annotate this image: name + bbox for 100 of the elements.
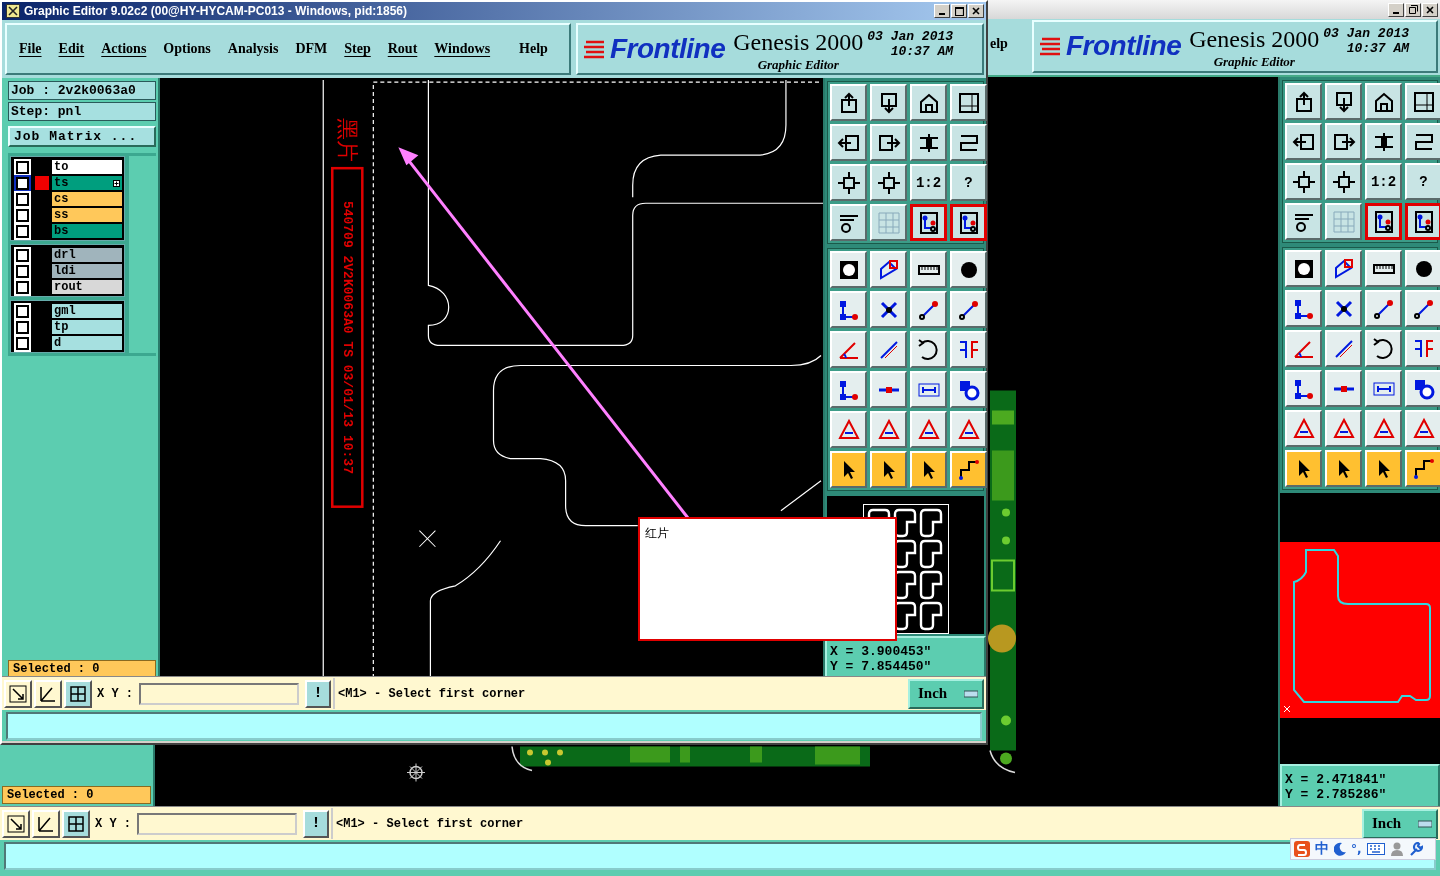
tool-button[interactable] bbox=[950, 204, 987, 241]
arc-icon bbox=[916, 337, 941, 362]
menu-item[interactable]: Analysis bbox=[227, 41, 279, 57]
triangle-icon bbox=[1411, 416, 1436, 441]
y-coordinate: Y = 2.785286" bbox=[1285, 787, 1388, 802]
tool-button[interactable] bbox=[1405, 203, 1440, 240]
person-icon bbox=[1389, 842, 1404, 856]
layer-checkbox[interactable] bbox=[16, 176, 29, 190]
layer-name[interactable]: ts bbox=[51, 175, 124, 191]
layer-name[interactable]: ldi bbox=[51, 263, 124, 279]
layer-checkbox[interactable] bbox=[16, 224, 29, 238]
job-matrix-button[interactable]: Job Matrix ... bbox=[8, 126, 156, 147]
triangle-icon bbox=[916, 417, 941, 442]
cross-mark bbox=[418, 530, 436, 548]
brand-name: Frontline bbox=[610, 33, 726, 65]
tool-button[interactable]: 1:2 bbox=[910, 164, 947, 201]
marking-text: 540709 2V2K0063A0 TS 03/01/13 10:37 bbox=[339, 200, 355, 474]
dash-icon bbox=[964, 689, 978, 698]
x-coordinate: X = 3.900453" bbox=[830, 644, 933, 659]
layer-name[interactable]: tp bbox=[51, 319, 124, 335]
menu-item[interactable]: Rout bbox=[387, 41, 418, 57]
menu-item[interactable]: Help bbox=[519, 41, 548, 57]
units-button[interactable]: Inch bbox=[908, 678, 984, 709]
restore-icon bbox=[1408, 5, 1418, 14]
note-text: 红片 bbox=[645, 526, 669, 540]
arc-icon bbox=[1371, 336, 1396, 361]
time-label: 10:37 AM bbox=[1346, 41, 1410, 56]
layer-name[interactable]: to bbox=[51, 159, 124, 175]
layer-name[interactable]: d bbox=[51, 335, 124, 351]
menu-item[interactable]: Options bbox=[163, 41, 211, 57]
menu-item[interactable]: elp bbox=[988, 19, 1028, 75]
layer-checkbox[interactable] bbox=[16, 280, 29, 294]
mode-button[interactable] bbox=[32, 809, 60, 838]
product-name: Genesis 2000 bbox=[1189, 26, 1320, 52]
layer-name[interactable]: bs bbox=[51, 223, 124, 239]
minimize-button[interactable] bbox=[1388, 2, 1404, 17]
layer-checkbox[interactable] bbox=[16, 304, 29, 318]
triangle-icon bbox=[876, 417, 901, 442]
mode-button[interactable] bbox=[62, 809, 90, 838]
menu-item[interactable]: Edit bbox=[58, 41, 85, 57]
layer-checkbox[interactable] bbox=[16, 160, 29, 174]
mode-button[interactable] bbox=[4, 679, 32, 708]
moon-icon bbox=[1334, 842, 1346, 856]
close-button[interactable] bbox=[1422, 2, 1438, 17]
menu-item[interactable]: Actions bbox=[101, 41, 147, 57]
close-icon bbox=[1426, 5, 1434, 14]
coordinate-field[interactable] bbox=[139, 682, 299, 705]
layer-checkbox[interactable] bbox=[16, 192, 29, 206]
y-coordinate: Y = 7.854450" bbox=[830, 659, 933, 674]
layer-name[interactable]: ss bbox=[51, 207, 124, 223]
close-button[interactable] bbox=[968, 4, 984, 18]
layer-name[interactable]: cs bbox=[51, 191, 124, 207]
units-button[interactable]: Inch bbox=[1362, 808, 1438, 839]
layer-checkbox[interactable] bbox=[16, 336, 29, 350]
product-subtitle: Graphic Editor bbox=[757, 57, 839, 73]
restore-button[interactable] bbox=[1405, 2, 1421, 17]
tool-button[interactable] bbox=[1365, 203, 1402, 240]
menu-item[interactable]: Windows bbox=[434, 41, 491, 57]
menu-item[interactable]: File bbox=[19, 41, 42, 57]
layer-name[interactable]: gml bbox=[51, 303, 124, 319]
close-icon bbox=[972, 7, 980, 15]
route-icon bbox=[956, 457, 981, 482]
input-mode-label[interactable]: 中 bbox=[1315, 840, 1329, 858]
maximize-icon bbox=[954, 6, 964, 16]
menu-item[interactable]: Step bbox=[344, 41, 371, 57]
layer-name[interactable]: drl bbox=[51, 247, 124, 263]
layer-checkbox[interactable] bbox=[16, 264, 29, 278]
layer-checkbox[interactable] bbox=[16, 208, 29, 222]
minimize-icon bbox=[939, 13, 945, 15]
triangle-icon bbox=[956, 417, 981, 442]
line-icon bbox=[877, 386, 900, 393]
mode-button[interactable] bbox=[2, 809, 30, 838]
crosshair-icon bbox=[406, 763, 426, 782]
minimize-button[interactable] bbox=[934, 4, 950, 18]
coordinate-field[interactable] bbox=[137, 812, 297, 835]
alert-button[interactable]: ! bbox=[303, 809, 329, 838]
minimize-icon bbox=[1393, 11, 1399, 14]
layer-checkbox[interactable] bbox=[16, 248, 29, 262]
grid-snap-icon bbox=[66, 813, 86, 834]
mode-button[interactable] bbox=[34, 679, 62, 708]
expand-icon bbox=[113, 180, 121, 187]
tool-button[interactable]: ? bbox=[950, 164, 987, 201]
layer-name[interactable]: rout bbox=[51, 279, 124, 295]
line-icon bbox=[1332, 385, 1355, 392]
tool-button[interactable] bbox=[910, 204, 947, 241]
tool-button[interactable]: 1:2 bbox=[1365, 163, 1402, 200]
menu-item[interactable]: DFM bbox=[295, 41, 328, 57]
triangle-icon bbox=[1291, 416, 1316, 441]
punctuation-label[interactable]: °, bbox=[1351, 842, 1362, 856]
tool-button[interactable]: ? bbox=[1405, 163, 1440, 200]
dash-icon bbox=[1418, 819, 1432, 828]
maximize-button[interactable] bbox=[951, 4, 967, 18]
mode-button[interactable] bbox=[64, 679, 92, 708]
product-name: Genesis 2000 bbox=[733, 29, 864, 55]
x-coordinate: X = 2.471841" bbox=[1285, 772, 1388, 787]
date-label: 03 Jan 2013 bbox=[867, 29, 954, 44]
time-label: 10:37 AM bbox=[890, 44, 954, 59]
move-icon bbox=[1331, 169, 1356, 194]
layer-checkbox[interactable] bbox=[16, 320, 29, 334]
alert-button[interactable]: ! bbox=[305, 679, 331, 708]
